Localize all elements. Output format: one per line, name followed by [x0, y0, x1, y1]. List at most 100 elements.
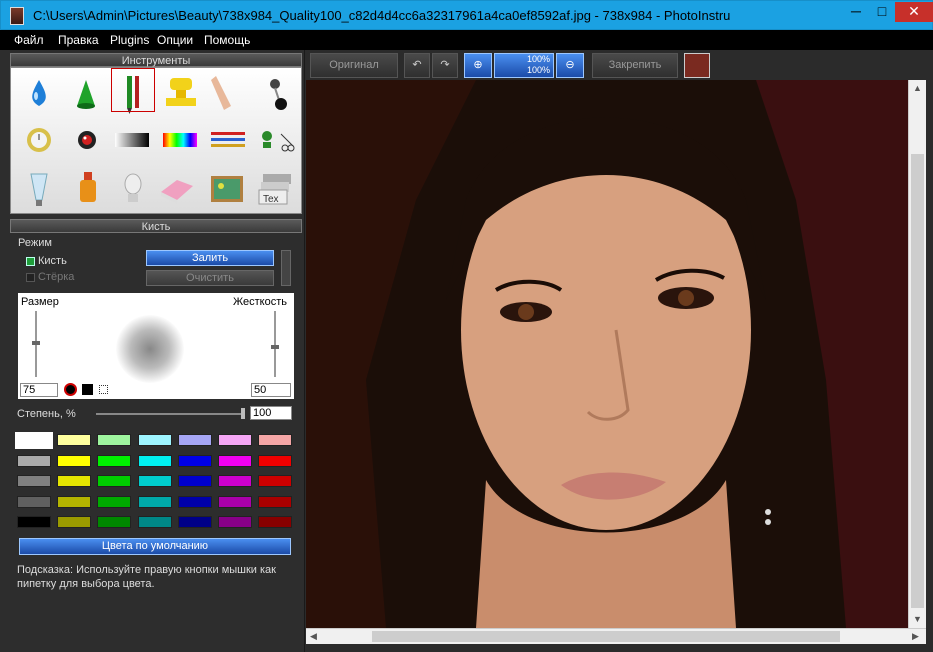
degree-spinner[interactable]: 100 [250, 406, 292, 420]
undo-icon: ↶ [412, 59, 422, 71]
palette-swatch[interactable] [138, 434, 172, 446]
palette-swatch[interactable] [258, 496, 292, 508]
default-colors-button[interactable]: Цвета по умолчанию [19, 538, 291, 555]
palette-swatch[interactable] [97, 455, 131, 467]
scroll-right-arrow-icon[interactable]: ▶ [912, 631, 919, 642]
hardness-slider[interactable] [274, 311, 276, 377]
photo-thumbnail[interactable] [684, 53, 710, 78]
palette-swatch[interactable] [17, 475, 51, 487]
palette-swatch[interactable] [97, 475, 131, 487]
zoom-100-button[interactable]: 100% 100% [494, 53, 554, 78]
palette-swatch[interactable] [17, 496, 51, 508]
mode-brush-label: Кисть [38, 255, 67, 267]
brush-tool-selected[interactable] [111, 68, 155, 112]
horizontal-scroll-thumb[interactable] [372, 631, 840, 642]
tools-panel-title: Инструменты [10, 53, 302, 67]
color-spectrum-icon [163, 133, 197, 147]
palette-swatch[interactable] [178, 434, 212, 446]
palette-swatch[interactable] [258, 455, 292, 467]
degree-slider-thumb[interactable] [241, 408, 245, 419]
size-slider-thumb[interactable] [32, 341, 40, 345]
palette-swatch[interactable] [218, 455, 252, 467]
palette-swatch[interactable] [17, 455, 51, 467]
window-title: C:\Users\Admin\Pictures\Beauty\738x984_Q… [33, 8, 731, 23]
palette-swatch[interactable] [57, 516, 91, 528]
menu-plugins[interactable]: Plugins [110, 33, 149, 47]
palette-swatch[interactable] [57, 475, 91, 487]
clone-scissors-icon [262, 131, 295, 152]
palette-swatch[interactable] [57, 496, 91, 508]
palette-swatch[interactable] [178, 475, 212, 487]
palette-swatch[interactable] [97, 496, 131, 508]
photo-canvas[interactable] [306, 80, 908, 628]
portrait-photo [306, 80, 908, 628]
menu-help[interactable]: Помощь [204, 33, 250, 47]
mode-brush-checkbox[interactable] [26, 257, 35, 266]
blur-drop-icon [32, 80, 46, 106]
palette-swatch[interactable] [178, 496, 212, 508]
round-brush-icon[interactable] [64, 383, 77, 396]
palette-swatch[interactable] [258, 516, 292, 528]
vertical-scrollbar[interactable]: ▲ ▼ [908, 80, 926, 628]
palette-swatch[interactable] [258, 434, 292, 446]
hint-text: Подсказка: Используйте правую кнопки мыш… [17, 564, 276, 590]
palette-swatch[interactable] [138, 496, 172, 508]
palette-swatch[interactable] [97, 516, 131, 528]
picture-icon [211, 176, 243, 202]
palette-swatch[interactable] [218, 434, 252, 446]
palette-swatch[interactable] [57, 455, 91, 467]
menu-edit[interactable]: Правка [58, 33, 99, 47]
redo-button[interactable]: ↷ [432, 53, 458, 78]
scroll-up-arrow-icon[interactable]: ▲ [913, 83, 922, 93]
square-brush-icon[interactable] [82, 384, 93, 395]
close-button[interactable]: ✕ [895, 2, 933, 22]
degree-slider[interactable] [96, 413, 244, 415]
minimize-button[interactable]: ─ [843, 2, 869, 22]
gradient-icon [115, 133, 149, 147]
maximize-button[interactable]: □ [869, 2, 895, 22]
zoom-bottom-label: 100% [526, 65, 550, 75]
clear-button[interactable]: Очистить [146, 270, 274, 286]
palette-swatch[interactable] [218, 516, 252, 528]
hardness-spinner[interactable]: 50 [251, 383, 291, 397]
sharpen-cone-icon [77, 80, 95, 109]
zoom-in-icon: ⊕ [473, 59, 483, 71]
palette-swatch[interactable] [258, 475, 292, 487]
apply-button[interactable]: Закрепить [592, 53, 678, 78]
palette-swatch[interactable] [15, 432, 53, 449]
palette-swatch[interactable] [138, 516, 172, 528]
palette-swatch[interactable] [57, 434, 91, 446]
perfume-icon [80, 172, 96, 202]
mode-eraser-checkbox[interactable] [26, 273, 35, 282]
original-button[interactable]: Оригинал [310, 53, 398, 78]
tools-grid: Tex [10, 67, 302, 214]
scroll-down-arrow-icon[interactable]: ▼ [913, 614, 922, 624]
mode-eraser-label: Стёрка [38, 271, 75, 283]
zoom-top-label: 100% [526, 54, 550, 64]
palette-swatch[interactable] [138, 475, 172, 487]
mode-scroll-handle[interactable] [281, 250, 291, 286]
vertical-scroll-thumb[interactable] [911, 154, 924, 608]
size-spinner[interactable]: 75 [20, 383, 58, 397]
menu-options[interactable]: Опции [157, 33, 193, 47]
horizontal-scrollbar[interactable]: ◀ ▶ [306, 628, 926, 644]
palette-swatch[interactable] [17, 516, 51, 528]
zoom-out-button[interactable]: ⊖ [556, 53, 584, 78]
palette-swatch[interactable] [218, 496, 252, 508]
fill-button[interactable]: Залить [146, 250, 274, 266]
hardness-slider-thumb[interactable] [271, 345, 279, 349]
selection-brush-icon[interactable] [99, 385, 108, 394]
size-label: Размер [21, 296, 59, 308]
scroll-left-arrow-icon[interactable]: ◀ [310, 631, 317, 642]
brush-preview: Размер Жесткость 75 50 [18, 293, 294, 399]
palette-swatch[interactable] [97, 434, 131, 446]
palette-swatch[interactable] [218, 475, 252, 487]
top-toolbar: Оригинал ↶ ↷ ⊕ 100% 100% ⊖ Закрепить [306, 50, 933, 80]
menu-file[interactable]: Файл [14, 33, 44, 47]
smudge-finger-icon [211, 76, 231, 110]
palette-swatch[interactable] [178, 455, 212, 467]
palette-swatch[interactable] [178, 516, 212, 528]
undo-button[interactable]: ↶ [404, 53, 430, 78]
palette-swatch[interactable] [138, 455, 172, 467]
zoom-in-button[interactable]: ⊕ [464, 53, 492, 78]
